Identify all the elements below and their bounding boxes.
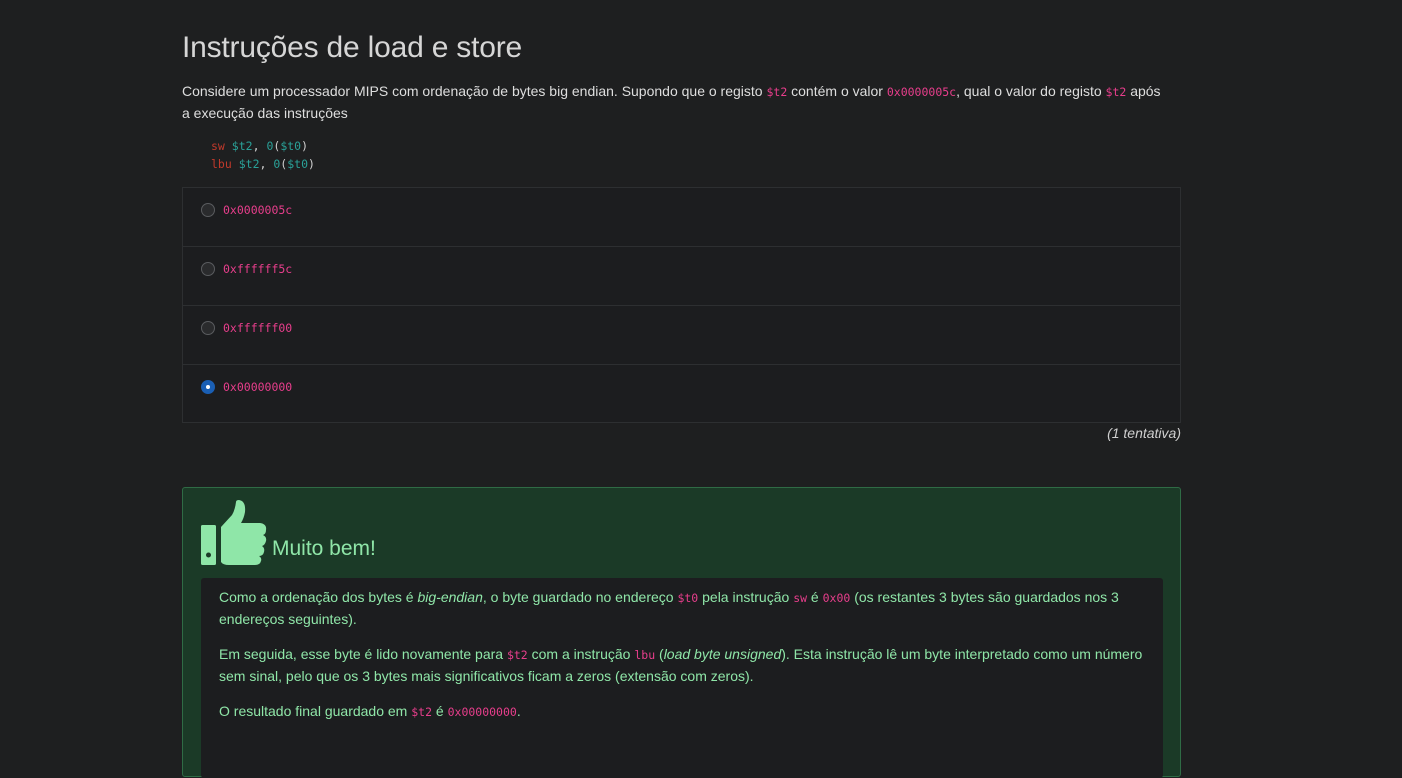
feedback-panel: Muito bem! Como a ordenação dos bytes é … bbox=[182, 487, 1181, 778]
answer-option[interactable]: 0xffffff5c bbox=[183, 247, 1180, 306]
option-label[interactable]: 0xffffff00 bbox=[223, 321, 292, 335]
page-title: Instruções de load e store bbox=[182, 31, 523, 64]
answer-options: 0x0000005c 0xffffff5c 0xffffff00 0x00000… bbox=[182, 187, 1181, 423]
option-label[interactable]: 0xffffff5c bbox=[223, 262, 292, 276]
radio-button[interactable] bbox=[201, 321, 215, 335]
code-line: lbu $t2, 0($t0) bbox=[211, 157, 315, 171]
answer-option[interactable]: 0xffffff00 bbox=[183, 306, 1180, 365]
initial-value: 0x0000005c bbox=[886, 85, 957, 99]
code-block: sw $t2, 0($t0) lbu $t2, 0($t0) bbox=[211, 137, 315, 173]
feedback-explanation: Como a ordenação dos bytes é big-endian,… bbox=[201, 578, 1163, 778]
answer-option[interactable]: 0x00000000 bbox=[183, 365, 1180, 424]
radio-button-selected[interactable] bbox=[201, 380, 215, 394]
code-line: sw $t2, 0($t0) bbox=[211, 139, 309, 153]
explanation-paragraph: Como a ordenação dos bytes é big-endian,… bbox=[219, 589, 1119, 627]
option-label[interactable]: 0x00000000 bbox=[223, 380, 292, 394]
feedback-title: Muito bem! bbox=[272, 537, 376, 560]
register-t2: $t2 bbox=[766, 85, 788, 99]
radio-button[interactable] bbox=[201, 262, 215, 276]
question-prompt: Considere um processador MIPS com ordena… bbox=[182, 83, 1161, 121]
radio-button[interactable] bbox=[201, 203, 215, 217]
attempts-count: (1 tentativa) bbox=[1107, 425, 1181, 441]
thumbs-up-icon bbox=[201, 500, 267, 565]
explanation-paragraph: O resultado final guardado em $t2 é 0x00… bbox=[219, 703, 521, 719]
answer-option[interactable]: 0x0000005c bbox=[183, 188, 1180, 247]
explanation-paragraph: Em seguida, esse byte é lido novamente p… bbox=[219, 646, 1143, 684]
option-label[interactable]: 0x0000005c bbox=[223, 203, 292, 217]
register-t2: $t2 bbox=[1105, 85, 1127, 99]
